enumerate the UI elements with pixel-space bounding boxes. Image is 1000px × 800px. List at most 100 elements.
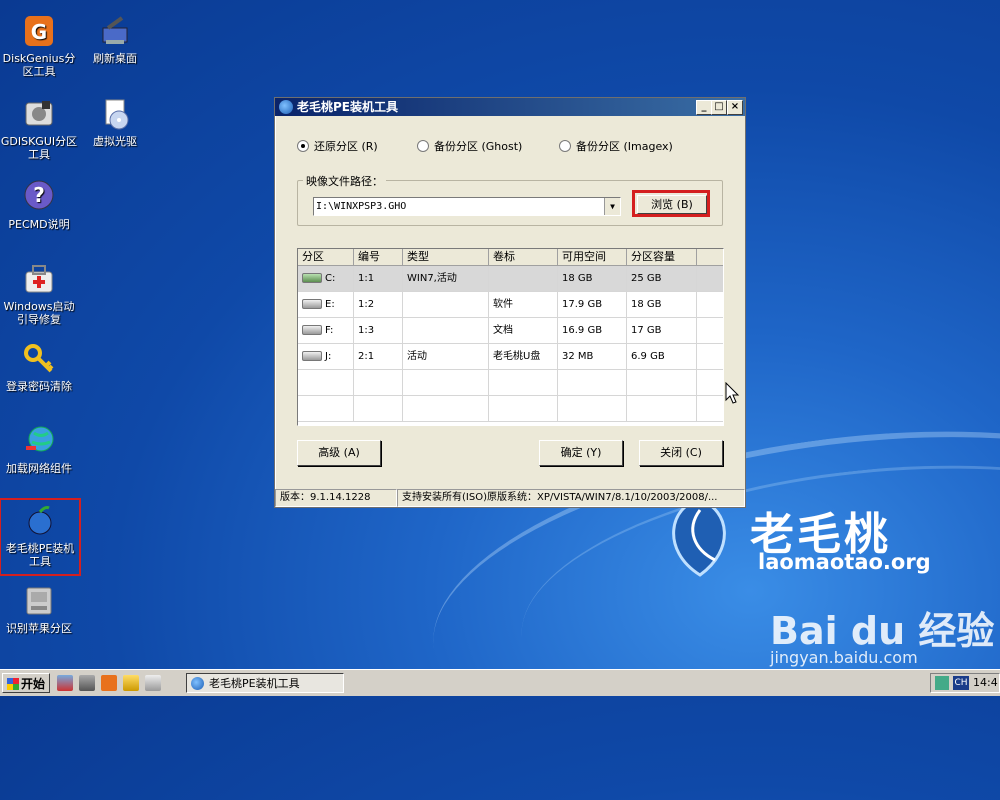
desktop-icon-password-clear[interactable]: 登录密码清除 xyxy=(0,342,78,393)
desktop-icon-refresh[interactable]: 刷新桌面 xyxy=(76,14,154,65)
status-bar: 版本：9.1.14.1228 支持安装所有(ISO)原版系统：XP/VISTA/… xyxy=(275,489,745,507)
quicklaunch-refresh-icon[interactable] xyxy=(79,675,95,691)
baidu-watermark-url: jingyan.baidu.com xyxy=(770,648,918,667)
table-header: 分区 编号 类型 卷标 可用空间 分区容量 xyxy=(298,249,723,266)
radio-label: 还原分区 (R) xyxy=(314,140,378,153)
ok-button[interactable]: 确定 (Y) xyxy=(539,440,623,466)
system-tray: CH 14:4 xyxy=(930,673,1000,693)
table-row[interactable]: J: 2:1 活动 老毛桃U盘 32 MB 6.9 GB xyxy=(298,344,723,370)
taskbar: 开始 老毛桃PE装机工具 CH 14:4 xyxy=(0,669,1000,696)
radio-indicator[interactable] xyxy=(297,140,309,152)
baidu-watermark: Bai du 经验 xyxy=(770,609,995,653)
cell-free: 17.9 GB xyxy=(558,292,627,317)
desktop-icon-apple-partition[interactable]: 识别苹果分区 xyxy=(0,584,78,635)
desktop-icon-label: PECMD说明 xyxy=(8,218,70,231)
close-window-button[interactable]: × xyxy=(727,100,743,115)
taskbar-task-pe-installer[interactable]: 老毛桃PE装机工具 xyxy=(186,673,344,693)
peach-app-icon xyxy=(279,100,293,114)
desktop-icon-label: 刷新桌面 xyxy=(93,52,137,65)
column-header[interactable]: 类型 xyxy=(403,249,489,265)
cell-number: 1:3 xyxy=(354,318,403,343)
chevron-down-icon[interactable]: ▼ xyxy=(604,198,620,215)
task-label: 老毛桃PE装机工具 xyxy=(209,677,300,690)
key-icon xyxy=(22,342,56,376)
desktop-icon-diskgenius[interactable]: G DiskGenius分区工具 xyxy=(0,14,78,78)
desktop-icon-label: 识别苹果分区 xyxy=(6,622,72,635)
quicklaunch-diskgenius-icon[interactable] xyxy=(101,675,117,691)
cell-number: 2:1 xyxy=(354,344,403,369)
image-path-label: 映像文件路径： xyxy=(303,173,386,189)
highlight-box xyxy=(632,190,710,217)
image-path-value: I:\WINXPSP3.GHO xyxy=(316,201,407,212)
cell-partition: C: xyxy=(298,266,354,291)
radio-backup-ghost[interactable]: 备份分区 (Ghost) xyxy=(417,138,522,154)
cell-text: J: xyxy=(325,351,332,362)
desktop-icon-pecmd[interactable]: ? PECMD说明 xyxy=(0,180,78,231)
diskgenius-icon: G xyxy=(22,14,56,48)
cell-type: 活动 xyxy=(403,344,489,369)
desktop-icon-label: 老毛桃PE装机工具 xyxy=(5,542,75,568)
cell-label: 文档 xyxy=(489,318,558,343)
start-label: 开始 xyxy=(20,677,45,691)
maximize-button[interactable]: □ xyxy=(711,100,727,115)
cell-type: WIN7,活动 xyxy=(403,266,489,291)
peach-app-icon xyxy=(191,677,204,690)
brand-url: laomaotao.org xyxy=(758,550,931,574)
start-button[interactable]: 开始 xyxy=(2,673,50,693)
virtual-drive-icon xyxy=(98,97,132,131)
radio-label: 备份分区 (Ghost) xyxy=(434,140,523,153)
status-support: 支持安装所有(ISO)原版系统：XP/VISTA/WIN7/8.1/10/200… xyxy=(397,489,745,507)
desktop-icon-pe-installer[interactable]: 老毛桃PE装机工具 xyxy=(0,498,81,576)
pe-installer-window: 老毛桃PE装机工具 _ □ × 还原分区 (R) 备份分区 (Ghost) 备份… xyxy=(274,97,746,508)
desktop-icon-label: GDISKGUI分区工具 xyxy=(0,135,78,161)
window-titlebar[interactable]: 老毛桃PE装机工具 _ □ × xyxy=(275,98,745,116)
column-header[interactable]: 卷标 xyxy=(489,249,558,265)
quicklaunch-tool-icon[interactable] xyxy=(57,675,73,691)
cell-number: 1:2 xyxy=(354,292,403,317)
minimize-button[interactable]: _ xyxy=(696,100,712,115)
column-header[interactable]: 分区容量 xyxy=(627,249,697,265)
tray-icon[interactable] xyxy=(935,676,949,690)
table-row[interactable]: C: 1:1 WIN7,活动 18 GB 25 GB xyxy=(298,266,723,292)
radio-label: 备份分区 (Imagex) xyxy=(576,140,673,153)
column-header[interactable]: 分区 xyxy=(298,249,354,265)
column-header[interactable]: 编号 xyxy=(354,249,403,265)
cell-type xyxy=(403,292,489,317)
clock[interactable]: 14:4 xyxy=(973,676,998,690)
radio-restore[interactable]: 还原分区 (R) xyxy=(297,138,378,154)
status-version: 版本：9.1.14.1228 xyxy=(275,489,397,507)
mouse-cursor-icon xyxy=(725,382,740,404)
desktop-icon-gdiskgui[interactable]: GDISKGUI分区工具 xyxy=(0,97,78,161)
windows-flag-icon xyxy=(7,678,19,690)
table-row[interactable]: F: 1:3 文档 16.9 GB 17 GB xyxy=(298,318,723,344)
cell-partition: J: xyxy=(298,344,354,369)
cell-capacity: 17 GB xyxy=(627,318,697,343)
cell-capacity: 6.9 GB xyxy=(627,344,697,369)
column-header[interactable]: 可用空间 xyxy=(558,249,627,265)
cell-free: 32 MB xyxy=(558,344,627,369)
boot-repair-icon xyxy=(22,262,56,296)
cell-label: 软件 xyxy=(489,292,558,317)
language-indicator[interactable]: CH xyxy=(953,676,969,690)
desktop-icon-boot-repair[interactable]: Windows启动引导修复 xyxy=(0,262,78,326)
desktop-icon-virtual-drive[interactable]: 虚拟光驱 xyxy=(76,97,154,148)
radio-indicator[interactable] xyxy=(559,140,571,152)
quicklaunch-folder-icon[interactable] xyxy=(123,675,139,691)
cell-text: E: xyxy=(325,299,335,310)
desktop-icon-label: DiskGenius分区工具 xyxy=(2,52,76,78)
table-row[interactable]: E: 1:2 软件 17.9 GB 18 GB xyxy=(298,292,723,318)
apple-partition-icon xyxy=(22,584,56,618)
close-button[interactable]: 关闭 (C) xyxy=(639,440,723,466)
desktop-icon-network[interactable]: 加载网络组件 xyxy=(0,424,78,475)
cell-number: 1:1 xyxy=(354,266,403,291)
cell-free: 18 GB xyxy=(558,266,627,291)
svg-text:?: ? xyxy=(33,183,45,207)
image-path-combo[interactable]: I:\WINXPSP3.GHO ▼ xyxy=(313,197,621,216)
radio-indicator[interactable] xyxy=(417,140,429,152)
quicklaunch-drive-icon[interactable] xyxy=(145,675,161,691)
advanced-button[interactable]: 高级 (A) xyxy=(297,440,381,466)
cell-label xyxy=(489,266,558,291)
cell-partition: E: xyxy=(298,292,354,317)
radio-backup-imagex[interactable]: 备份分区 (Imagex) xyxy=(559,138,673,154)
window-title: 老毛桃PE装机工具 xyxy=(297,100,398,114)
